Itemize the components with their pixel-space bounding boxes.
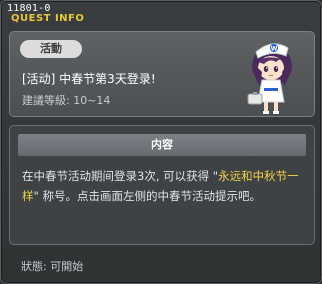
recommended-level: 建議等級: 10~14 xyxy=(22,94,111,107)
title-bar[interactable]: 11801-0 QUEST INFO xyxy=(5,3,205,25)
description-text: 在中春节活动期间登录3次, 可以获得 " xyxy=(22,169,219,183)
window-title: QUEST INFO xyxy=(11,13,85,24)
svg-text:W: W xyxy=(271,46,278,53)
nurse-npc-icon: W xyxy=(247,43,292,114)
quest-status: 狀態: 可開始 xyxy=(21,260,84,273)
description-text-end: " 称号。点击画面左侧的中春节活动提示吧。 xyxy=(33,189,261,203)
quest-category-tag: 活動 xyxy=(20,40,82,58)
quest-summary-panel: 活動 [活动] 中春节第3天登录! 建議等級: 10~14 W xyxy=(9,31,315,117)
quest-info-window: 11801-0 QUEST INFO 活動 [活动] 中春节第3天登录! 建議等… xyxy=(0,0,322,284)
quest-name: [活动] 中春节第3天登录! xyxy=(22,72,156,86)
content-header: 内容 xyxy=(18,134,306,156)
quest-content-panel: 内容 在中春节活动期间登录3次, 可以获得 "永远和中秋节一样" 称号。点击画面… xyxy=(9,125,315,245)
quest-description: 在中春节活动期间登录3次, 可以获得 "永远和中秋节一样" 称号。点击画面左侧的… xyxy=(22,166,306,206)
